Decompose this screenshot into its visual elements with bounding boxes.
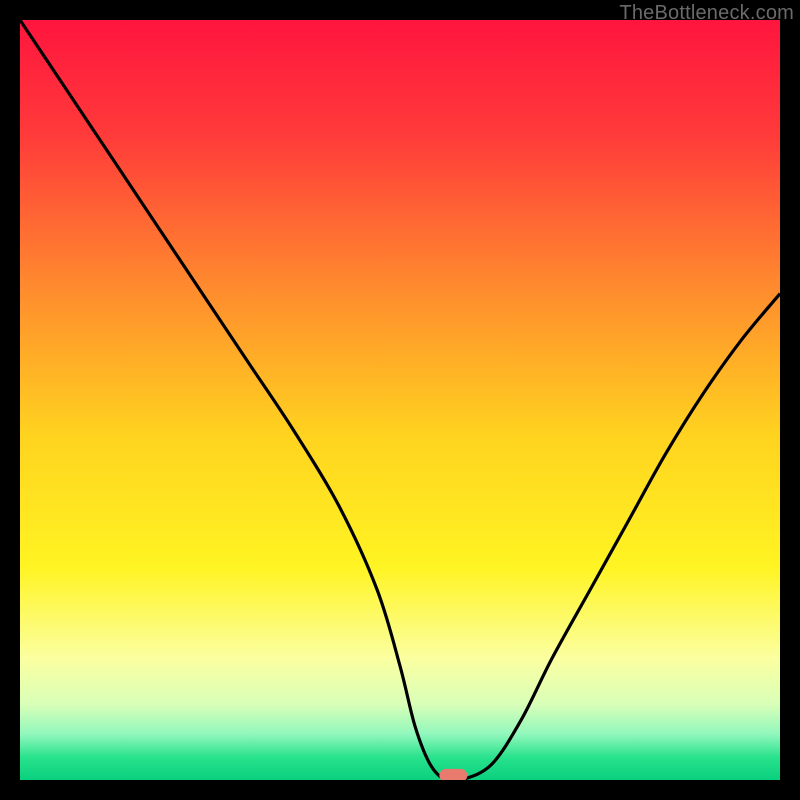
optimal-point-marker xyxy=(440,769,467,780)
plot-area xyxy=(20,20,780,780)
chart-frame: TheBottleneck.com xyxy=(0,0,800,800)
bottleneck-curve xyxy=(20,20,780,780)
